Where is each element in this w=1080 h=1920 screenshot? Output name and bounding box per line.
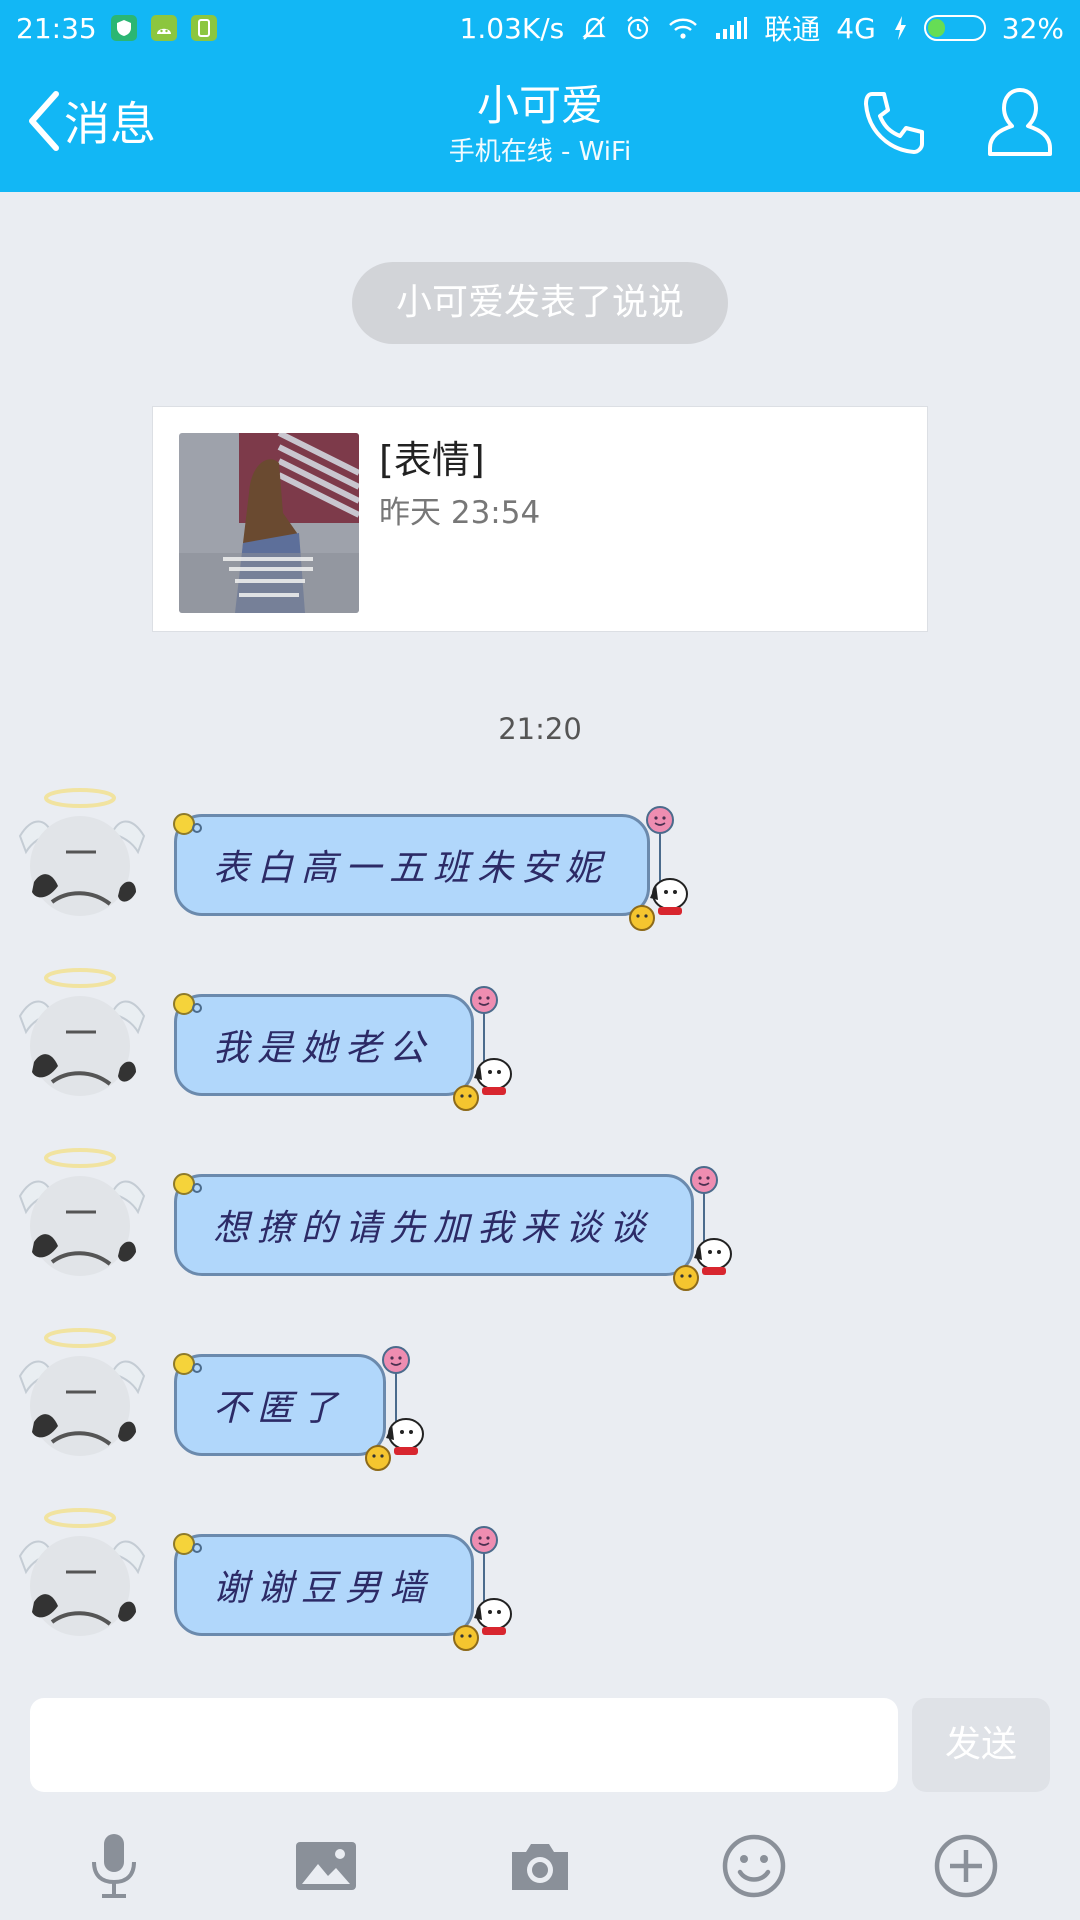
- message-row: 不匿了: [0, 1322, 1080, 1482]
- status-right: 1.03K/s 联通 4G 32%: [460, 8, 1065, 48]
- time-divider: 21:20: [498, 712, 582, 746]
- message-bubble[interactable]: 谢谢豆男墙: [166, 1526, 512, 1654]
- contact-avatar[interactable]: [12, 1502, 152, 1642]
- message-bubble[interactable]: 想撩的请先加我来谈谈: [166, 1166, 732, 1294]
- voice-button[interactable]: [76, 1828, 152, 1904]
- input-bar: 发送: [0, 1682, 1080, 1920]
- battery-level-fill: [927, 19, 945, 37]
- bubble-body: 想撩的请先加我来谈谈: [174, 1174, 694, 1276]
- battery-percent: 32%: [1001, 11, 1064, 45]
- system-notice: 小可爱发表了说说: [352, 262, 728, 344]
- chat-header: 消息 小可爱 手机在线 - WiFi: [0, 56, 1080, 192]
- message-row: 谢谢豆男墙: [0, 1502, 1080, 1662]
- emoji-icon: [722, 1834, 786, 1898]
- message-row: 我是她老公: [0, 962, 1080, 1122]
- camera-icon: [512, 1844, 568, 1890]
- post-time: 昨天 23:54: [379, 495, 541, 531]
- bubble-body: 我是她老公: [174, 994, 474, 1096]
- profile-person-icon: [988, 88, 1052, 156]
- post-title: [表情]: [379, 438, 485, 482]
- emoji-button[interactable]: [716, 1828, 792, 1904]
- photo-button[interactable]: [288, 1828, 364, 1904]
- message-text: 我是她老公: [213, 1028, 434, 1069]
- bubble-body: 谢谢豆男墙: [174, 1534, 474, 1636]
- chat-area[interactable]: 小可爱发表了说说 [表情] 昨天 23:54 21:20 表白高一五班朱安妮 我…: [0, 192, 1080, 1682]
- network-speed: 1.03K/s: [459, 11, 565, 45]
- status-time: 21:35: [16, 11, 97, 45]
- profile-button[interactable]: [984, 84, 1056, 160]
- bubble-body: 不匿了: [174, 1354, 386, 1456]
- chevron-left-icon: [29, 91, 59, 151]
- message-input[interactable]: [30, 1698, 898, 1792]
- wifi-icon: [669, 18, 698, 39]
- alarm-clock-icon: [627, 16, 650, 40]
- contact-avatar[interactable]: [12, 1322, 152, 1462]
- send-button[interactable]: 发送: [912, 1698, 1050, 1792]
- carrier-name: 联通: [764, 13, 821, 46]
- network-type: 4G: [836, 11, 876, 45]
- post-thumbnail: [179, 433, 359, 613]
- contact-avatar[interactable]: [12, 962, 152, 1102]
- status-left: 21:35: [16, 12, 217, 45]
- battery-icon: [923, 15, 986, 41]
- back-label: 消息: [64, 97, 156, 151]
- phone-call-icon: [864, 92, 924, 154]
- message-row: 想撩的请先加我来谈谈: [0, 1142, 1080, 1302]
- post-text: [表情] 昨天 23:54: [379, 433, 540, 539]
- message-bubble[interactable]: 表白高一五班朱安妮: [166, 806, 688, 934]
- plus-icon: [934, 1834, 998, 1898]
- back-button[interactable]: 消息: [26, 86, 156, 156]
- android-app-icon: [150, 15, 177, 41]
- shared-post-card[interactable]: [表情] 昨天 23:54: [152, 406, 928, 632]
- microphone-icon: [92, 1834, 136, 1898]
- bubble-body: 表白高一五班朱安妮: [174, 814, 650, 916]
- message-text: 谢谢豆男墙: [213, 1568, 434, 1609]
- signal-icon: [716, 17, 748, 39]
- more-button[interactable]: [928, 1828, 1004, 1904]
- call-button[interactable]: [858, 86, 930, 158]
- status-bar: 21:35 1.03K/s 联通 4G 32%: [0, 0, 1080, 56]
- message-bubble[interactable]: 不匿了: [166, 1346, 424, 1474]
- message-bubble[interactable]: 我是她老公: [166, 986, 512, 1114]
- contact-avatar[interactable]: [12, 782, 152, 922]
- contact-avatar[interactable]: [12, 1142, 152, 1282]
- image-icon: [296, 1842, 356, 1890]
- message-text: 想撩的请先加我来谈谈: [213, 1208, 654, 1249]
- message-text: 不匿了: [213, 1388, 346, 1429]
- phone-app-icon: [190, 15, 217, 41]
- camera-button[interactable]: [502, 1828, 578, 1904]
- message-text: 表白高一五班朱安妮: [213, 848, 610, 889]
- message-row: 表白高一五班朱安妮: [0, 782, 1080, 942]
- charging-icon: [894, 16, 906, 40]
- shield-app-icon: [110, 15, 137, 41]
- mute-bell-icon: [582, 16, 606, 40]
